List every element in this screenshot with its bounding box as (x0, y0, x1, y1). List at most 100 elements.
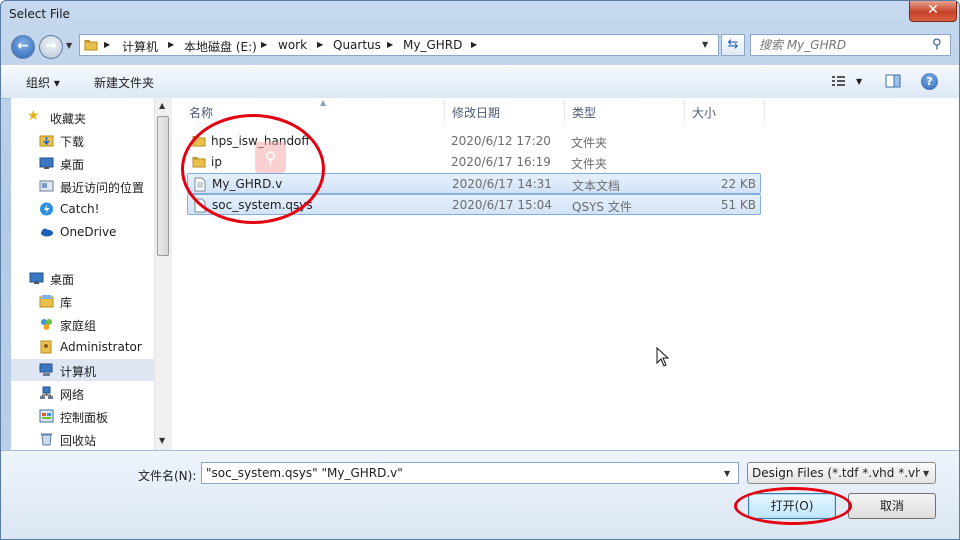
file-row-my-ghrd-v[interactable]: My_GHRD.v 2020/6/17 14:31 文本文档 22 KB (187, 173, 761, 194)
refresh-button[interactable]: ⇆ (721, 34, 745, 56)
file-size: 51 KB (720, 198, 756, 212)
sidebar-item-label: 家庭组 (60, 319, 97, 333)
network-icon (40, 386, 53, 399)
breadcrumb-separator[interactable]: ▶ (261, 40, 267, 49)
sidebar-item-onedrive[interactable]: OneDrive (11, 221, 154, 243)
view-dropdown-icon[interactable]: ▼ (856, 77, 862, 86)
file-row-soc-system-qsys[interactable]: soc_system.qsys 2020/6/17 15:04 QSYS 文件 … (187, 194, 761, 215)
breadcrumb-separator[interactable]: ▶ (471, 40, 477, 49)
breadcrumb-my-ghrd[interactable]: My_GHRD (403, 38, 462, 52)
file-name: ip (211, 155, 222, 169)
sidebar-item-network[interactable]: 网络 (11, 382, 154, 404)
file-type-select[interactable]: Design Files (*.tdf *.vhd *.vhd ▼ (747, 462, 936, 484)
sidebar-item-desktop-root[interactable]: 桌面 (11, 267, 154, 289)
sidebar-item-recent-places[interactable]: 最近访问的位置 (11, 175, 154, 197)
sidebar-item-computer[interactable]: 计算机 (11, 359, 154, 381)
command-toolbar: 组织 ▾ 新建文件夹 ▼ ? (1, 65, 959, 99)
arrow-right-icon: → (45, 38, 57, 54)
dialog-footer: 文件名(N): ▼ Design Files (*.tdf *.vhd *.vh… (1, 450, 959, 539)
sidebar-item-favorites[interactable]: ★ 收藏夹 (11, 106, 154, 128)
forward-button[interactable]: → (39, 35, 63, 59)
filename-combobox[interactable]: ▼ (201, 462, 739, 484)
file-type: 文件夹 (571, 157, 608, 171)
breadcrumb-quartus[interactable]: Quartus (333, 38, 381, 52)
new-folder-button[interactable]: 新建文件夹 (94, 74, 154, 91)
title-bar[interactable]: Select File ✕ (1, 1, 959, 31)
file-modified: 2020/6/17 14:31 (452, 177, 552, 191)
folder-icon (192, 136, 206, 147)
column-header-type[interactable]: 类型 (565, 100, 685, 122)
search-icon[interactable]: ⚲ (932, 37, 942, 52)
mouse-cursor-icon (656, 347, 670, 367)
file-type: QSYS 文件 (572, 200, 632, 214)
cancel-button[interactable]: 取消 (848, 493, 936, 519)
text-file-icon (194, 177, 206, 192)
sidebar-item-label: 收藏夹 (50, 112, 87, 126)
recent-locations-dropdown[interactable]: ▼ (66, 41, 72, 50)
sidebar-item-catch[interactable]: Catch! (11, 198, 154, 220)
close-button[interactable]: ✕ (909, 1, 957, 22)
search-input[interactable] (751, 35, 935, 55)
arrow-left-icon: ← (17, 38, 29, 54)
computer-icon (39, 363, 53, 376)
file-modified: 2020/6/17 16:19 (451, 155, 551, 169)
breadcrumb-separator[interactable]: ▶ (168, 40, 174, 49)
file-list-pane[interactable]: ▲ 名称 修改日期 类型 大小 hps_isw_handoff 2020/6/1… (172, 98, 959, 450)
sidebar-item-label: 回收站 (60, 434, 97, 448)
organize-menu[interactable]: 组织 ▾ (26, 74, 60, 91)
folder-icon (84, 40, 98, 51)
search-overlay-icon: ⚲ (255, 142, 286, 173)
search-box[interactable]: ⚲ (750, 34, 951, 56)
sidebar-item-desktop[interactable]: 桌面 (11, 152, 154, 174)
address-history-dropdown[interactable]: ▼ (702, 40, 708, 49)
sidebar-item-downloads[interactable]: 下载 (11, 129, 154, 151)
breadcrumb-separator[interactable]: ▶ (387, 40, 393, 49)
sidebar-item-label: OneDrive (60, 225, 117, 239)
sidebar-item-recycle-bin[interactable]: 回收站 (11, 428, 154, 450)
view-options-icon[interactable] (831, 74, 847, 88)
desktop-icon (39, 157, 54, 169)
navigation-scrollbar[interactable]: ▲ ▼ (154, 98, 172, 450)
recycle-bin-icon (41, 433, 52, 446)
sidebar-item-label: 桌面 (50, 273, 75, 287)
column-header-label: 大小 (692, 106, 717, 120)
breadcrumb-separator[interactable]: ▶ (104, 40, 110, 49)
sidebar-item-label: 最近访问的位置 (60, 181, 145, 195)
column-header-modified[interactable]: 修改日期 (445, 100, 565, 122)
back-button[interactable]: ← (11, 35, 35, 59)
close-icon: ✕ (927, 2, 939, 18)
scroll-down-icon[interactable]: ▼ (159, 436, 165, 445)
chevron-down-icon[interactable]: ▼ (724, 469, 730, 478)
refresh-icon: ⇆ (727, 37, 739, 52)
catch-app-icon (40, 202, 53, 216)
breadcrumb-local-disk[interactable]: 本地磁盘 (E:) (184, 38, 257, 55)
star-icon: ★ (27, 108, 40, 124)
scroll-up-icon[interactable]: ▲ (159, 101, 165, 110)
breadcrumb-separator[interactable]: ▶ (317, 40, 323, 49)
breadcrumb-computer[interactable]: 计算机 (122, 38, 158, 55)
sidebar-item-libraries[interactable]: 库 (11, 290, 154, 312)
column-header-label: 类型 (572, 106, 597, 120)
open-button[interactable]: 打开(O) (748, 493, 836, 519)
folder-icon (192, 157, 206, 168)
breadcrumb-work[interactable]: work (278, 38, 307, 52)
column-header-name[interactable]: ▲ 名称 (182, 98, 445, 122)
filename-input[interactable] (202, 463, 716, 483)
preview-pane-icon[interactable] (885, 74, 901, 88)
sidebar-item-control-panel[interactable]: 控制面板 (11, 405, 154, 427)
control-panel-icon (39, 409, 54, 423)
sidebar-item-label: 计算机 (60, 365, 97, 379)
sidebar-item-administrator[interactable]: Administrator (11, 336, 154, 358)
user-folder-icon (40, 340, 52, 354)
help-button[interactable]: ? (921, 73, 938, 90)
address-row: ← → ▼ ▶ 计算机 ▶ 本地磁盘 (E:) ▶ work ▶ Quartus… (1, 31, 959, 61)
address-bar[interactable]: ▶ 计算机 ▶ 本地磁盘 (E:) ▶ work ▶ Quartus ▶ My_… (79, 34, 719, 56)
file-type-value: Design Files (*.tdf *.vhd *.vhd (752, 466, 920, 480)
filename-label: 文件名(N): (138, 469, 197, 483)
document-icon (194, 198, 206, 213)
sidebar-item-label: 网络 (60, 388, 85, 402)
column-header-size[interactable]: 大小 (685, 100, 765, 122)
scrollbar-thumb[interactable] (157, 116, 169, 256)
sidebar-item-homegroup[interactable]: 家庭组 (11, 313, 154, 335)
window-title: Select File (9, 7, 70, 21)
